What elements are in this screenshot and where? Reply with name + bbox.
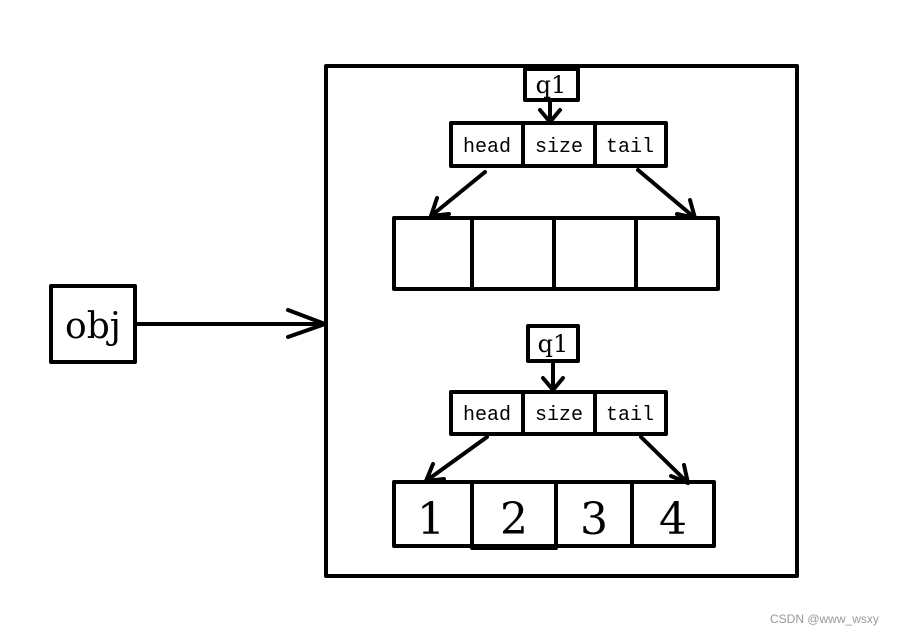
diagram-canvas: obj q1 head size tail q1 head size tail … [49, 64, 799, 578]
obj-arrow [133, 308, 327, 339]
q1-label-bottom: q1 [538, 330, 569, 358]
field-tail-top: tail [606, 136, 654, 159]
head-arrow-top [429, 170, 487, 218]
diagram: obj q1 head size tail q1 head size tail … [0, 0, 898, 636]
array-value-3: 3 [580, 494, 608, 545]
q1-arrow-bottom [541, 359, 565, 392]
q1-label-top: q1 [536, 71, 567, 99]
q1-arrow-top [538, 98, 562, 124]
field-head-top: head [463, 136, 511, 159]
array-value-1: 1 [417, 494, 445, 545]
field-tail-bottom: tail [606, 404, 654, 427]
tail-arrow-top [636, 168, 697, 220]
tail-arrow-bottom [639, 435, 690, 485]
array-value-4: 4 [659, 494, 687, 545]
watermark: CSDN @www_wsxy [770, 612, 879, 626]
field-head-bottom: head [463, 404, 511, 427]
field-size-bottom: size [535, 404, 583, 427]
array-value-2: 2 [500, 494, 528, 545]
field-size-top: size [535, 136, 583, 159]
head-arrow-bottom [424, 435, 489, 483]
obj-label: obj [65, 306, 121, 347]
